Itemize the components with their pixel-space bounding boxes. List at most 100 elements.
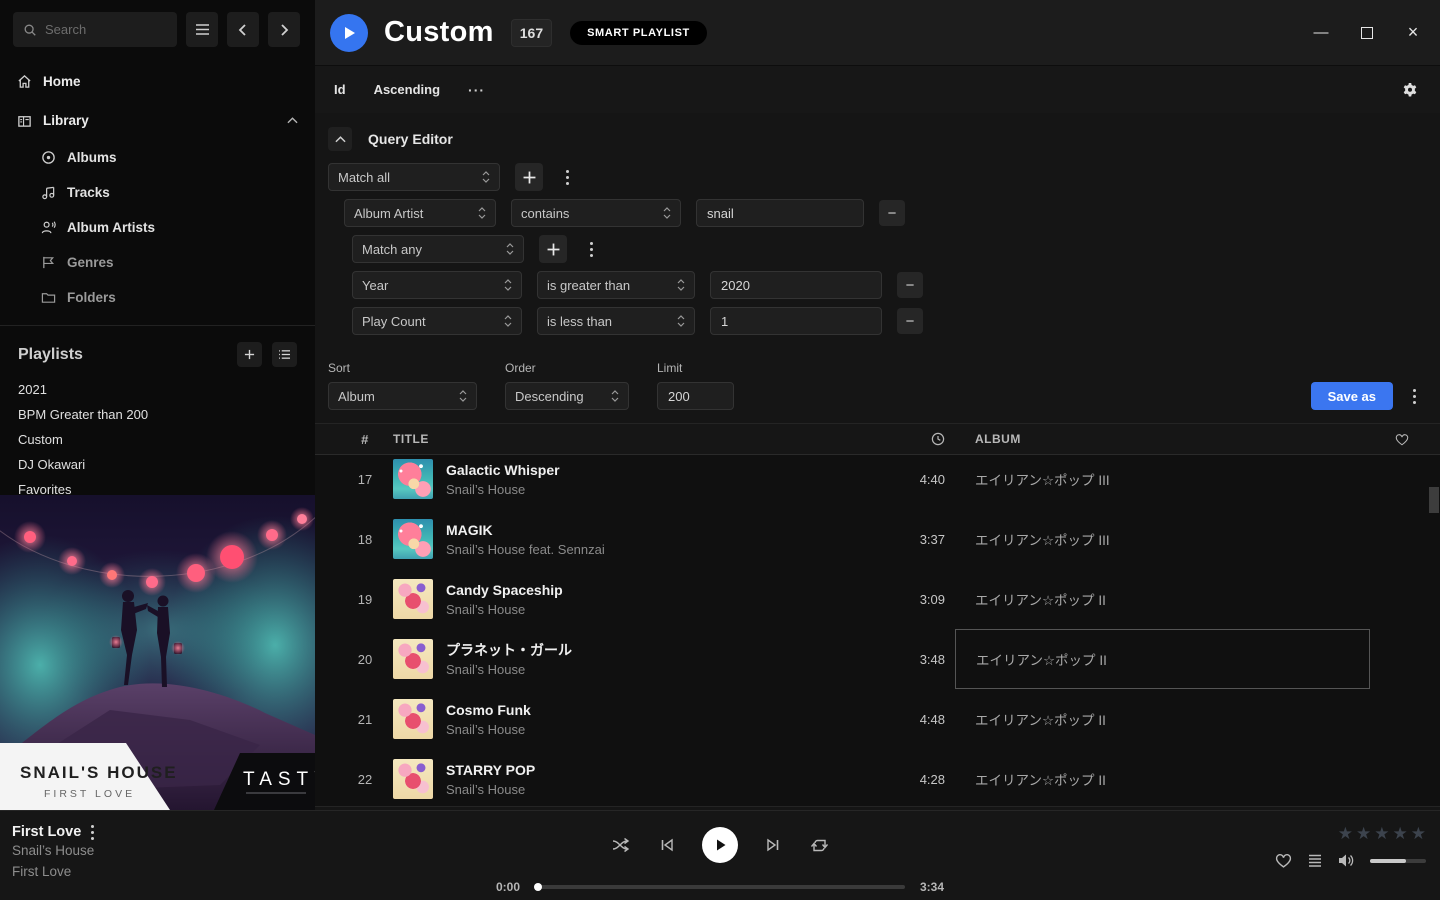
rule-value-input[interactable] (696, 199, 864, 227)
remove-rule-button[interactable]: − (897, 272, 923, 298)
sidebar-item-albums[interactable]: Albums (0, 140, 315, 175)
table-row[interactable]: 18 MAGIK Snail’s House feat. Sennzai 3:3… (315, 509, 1440, 569)
nav-forward-button[interactable] (268, 12, 300, 47)
settings-gear-icon[interactable] (1402, 82, 1418, 98)
seek-slider[interactable] (535, 885, 905, 889)
home-icon (17, 74, 32, 89)
sidebar-item-album-artists[interactable]: Album Artists (0, 210, 315, 245)
track-artist: Snail’s House (446, 480, 560, 499)
add-playlist-button[interactable] (237, 342, 262, 367)
remove-rule-button[interactable]: − (897, 308, 923, 334)
star-icon[interactable]: ★ (1374, 824, 1389, 844)
playlist-item[interactable]: Custom (0, 427, 315, 452)
nav-back-button[interactable] (227, 12, 259, 47)
match-type-select[interactable]: Match all (328, 163, 500, 191)
sidebar-item-genres[interactable]: Genres (0, 245, 315, 280)
sidebar-item-library[interactable]: Library (0, 101, 315, 140)
group-options-button[interactable] (582, 235, 600, 263)
add-rule-button[interactable] (515, 163, 543, 191)
group-options-button[interactable] (558, 163, 576, 191)
star-icon[interactable]: ★ (1356, 824, 1371, 844)
track-album: エイリアン☆ポップ II (955, 749, 1370, 806)
limit-input[interactable] (657, 382, 734, 410)
table-row[interactable]: 20 プラネット・ガール Snail’s House 3:48 エイリアン☆ポッ… (315, 629, 1440, 689)
match-type-select[interactable]: Match any (352, 235, 524, 263)
rule-field-select[interactable]: Year (352, 271, 522, 299)
repeat-button[interactable] (808, 834, 830, 856)
track-title: STARRY POP (446, 760, 535, 780)
play-pause-button[interactable] (702, 827, 738, 863)
order-select[interactable]: Descending (505, 382, 629, 410)
star-icon[interactable]: ★ (1338, 824, 1353, 844)
select-caret-icon (478, 207, 486, 219)
library-icon (17, 113, 32, 128)
next-track-button[interactable] (762, 834, 784, 856)
favorite-button[interactable] (1275, 853, 1292, 868)
now-playing-artwork[interactable]: SNAIL'S HOUSE FIRST LOVE TASTY (0, 495, 315, 810)
volume-button[interactable] (1338, 853, 1355, 868)
window-close-button[interactable]: × (1398, 18, 1428, 48)
previous-track-button[interactable] (656, 834, 678, 856)
rule-value-input[interactable] (710, 271, 882, 299)
rule-operator-select[interactable]: contains (511, 199, 681, 227)
rule-value-input[interactable] (710, 307, 882, 335)
search-box[interactable] (13, 12, 177, 47)
now-playing-album[interactable]: First Love (12, 861, 94, 882)
table-row[interactable]: 21 Cosmo Funk Snail’s House 4:48 エイリアン☆ポ… (315, 689, 1440, 749)
column-header-favorite[interactable] (1378, 433, 1426, 446)
save-as-button[interactable]: Save as (1311, 382, 1393, 410)
add-rule-button[interactable] (539, 235, 567, 263)
sidebar-item-folders[interactable]: Folders (0, 280, 315, 315)
window-maximize-button[interactable] (1352, 18, 1382, 48)
query-editor-collapse-button[interactable] (328, 127, 352, 151)
column-header-title[interactable]: TITLE (393, 432, 875, 446)
rating-stars: ★ ★ ★ ★ ★ (1338, 824, 1426, 844)
artwork-label-text: TASTY (243, 769, 315, 790)
shuffle-button[interactable] (610, 834, 632, 856)
rule-operator-select[interactable]: is less than (537, 307, 695, 335)
play-icon (343, 26, 356, 40)
sidebar-item-label: Home (43, 74, 81, 89)
playlist-list-view-button[interactable] (272, 342, 297, 367)
playlist-item[interactable]: BPM Greater than 200 (0, 402, 315, 427)
sort-direction-button[interactable]: Ascending (374, 82, 440, 97)
table-row[interactable]: 17 Galactic Whisper Snail’s House 4:40 エ… (315, 455, 1440, 509)
star-icon[interactable]: ★ (1411, 824, 1426, 844)
track-album-focused-cell[interactable]: エイリアン☆ポップ II (955, 629, 1370, 689)
column-header-index[interactable]: # (345, 432, 385, 447)
star-icon[interactable]: ★ (1393, 824, 1408, 844)
volume-slider[interactable] (1370, 859, 1426, 863)
toolbar-more-button[interactable]: ··· (468, 82, 485, 98)
playlist-item[interactable]: DJ Okawari (0, 452, 315, 477)
select-caret-icon (677, 279, 685, 291)
rule-field-select[interactable]: Album Artist (344, 199, 496, 227)
search-input[interactable] (45, 22, 155, 37)
table-scrollbar-thumb[interactable] (1429, 487, 1439, 513)
query-editor-title: Query Editor (368, 131, 453, 147)
sidebar-menu-button[interactable] (186, 12, 218, 47)
column-header-album[interactable]: ALBUM (955, 432, 1370, 446)
player-bar: First Love Snail’s House First Love (0, 810, 1440, 900)
queue-button[interactable] (1307, 854, 1323, 868)
rule-field-select[interactable]: Play Count (352, 307, 522, 335)
volume-fill (1370, 859, 1406, 863)
table-row[interactable]: 19 Candy Spaceship Snail’s House 3:09 エイ… (315, 569, 1440, 629)
artwork-artist-text: SNAIL'S HOUSE (20, 763, 178, 782)
sort-select[interactable]: Album (328, 382, 477, 410)
window-minimize-button[interactable]: — (1306, 18, 1336, 48)
table-row[interactable]: 22 STARRY POP Snail’s House 4:28 エイリアン☆ポ… (315, 749, 1440, 806)
playlist-item[interactable]: 2021 (0, 377, 315, 402)
play-playlist-button[interactable] (330, 14, 368, 52)
next-icon (766, 838, 780, 852)
sort-field-button[interactable]: Id (334, 82, 346, 97)
column-header-duration[interactable] (883, 432, 947, 446)
remove-rule-button[interactable]: − (879, 200, 905, 226)
app-window: Home Library Albums Tracks Album Artists (0, 0, 1440, 900)
seek-handle[interactable] (534, 883, 542, 891)
rule-operator-select[interactable]: is greater than (537, 271, 695, 299)
track-thumbnail (393, 519, 433, 559)
sidebar-item-tracks[interactable]: Tracks (0, 175, 315, 210)
sidebar-item-home[interactable]: Home (0, 62, 315, 101)
save-options-button[interactable] (1401, 382, 1427, 410)
clock-icon (931, 432, 945, 446)
